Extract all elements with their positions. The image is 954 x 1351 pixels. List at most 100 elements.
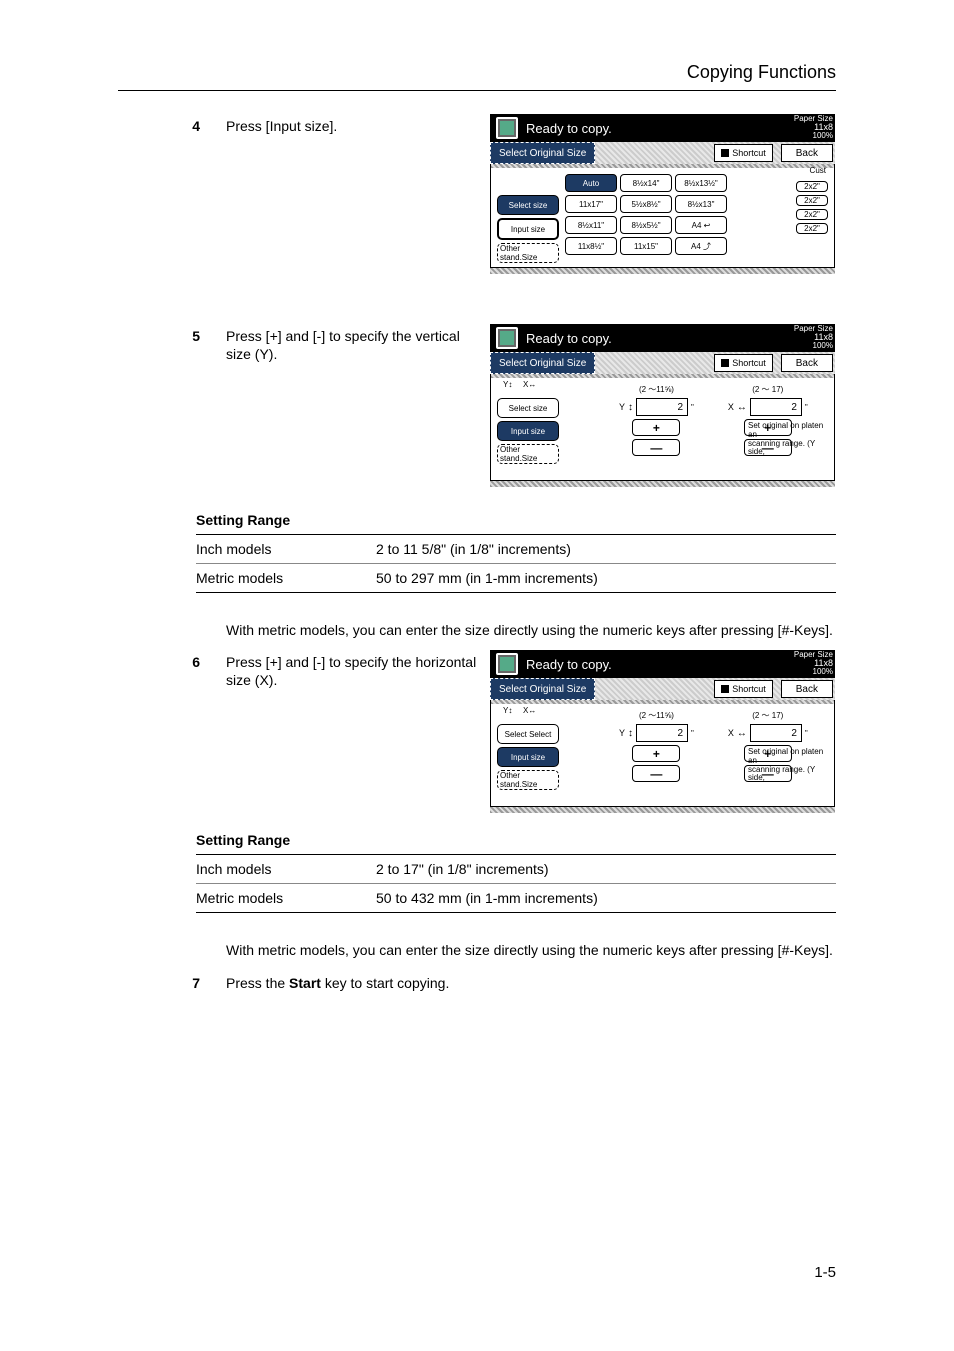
size-auto[interactable]: Auto bbox=[565, 174, 617, 192]
page-header-title: Copying Functions bbox=[687, 62, 836, 83]
orientation-icon: ↩ bbox=[704, 221, 711, 230]
table-cell: Metric models bbox=[196, 890, 376, 906]
x-axis-label: X bbox=[728, 728, 734, 738]
x-value-field[interactable]: 2 bbox=[750, 724, 802, 742]
screen-size-grid: Ready to copy. Paper Size 11x8 100% Sele… bbox=[490, 114, 835, 274]
paper-size-block: Paper Size 11x8 100% bbox=[794, 115, 833, 140]
size-cell[interactable]: A4 ↩ bbox=[675, 216, 727, 234]
orientation-icon: ⤴ bbox=[703, 241, 711, 252]
table-title: Setting Range bbox=[196, 832, 836, 848]
y-range-label: (2 ～11⅝) bbox=[639, 710, 674, 721]
tab-select-size[interactable]: Select size bbox=[497, 195, 559, 215]
tab-other-size[interactable]: Other stand.Size bbox=[497, 444, 559, 464]
subtitle-label: Select Original Size bbox=[490, 678, 595, 700]
step-6-text: Press [+] and [-] to specify the horizon… bbox=[226, 654, 486, 689]
minus-button[interactable]: — bbox=[632, 765, 680, 782]
subtitle-label: Select Original Size bbox=[490, 352, 595, 374]
arrow-icon bbox=[721, 359, 729, 367]
subtitle-label: Select Original Size bbox=[490, 142, 595, 164]
plus-button[interactable]: + bbox=[632, 419, 680, 436]
shortcut-button[interactable]: Shortcut bbox=[714, 144, 773, 162]
screen-input-y: Ready to copy. Paper Size 11x8 100% Sele… bbox=[490, 324, 835, 487]
unit-label: " bbox=[805, 729, 808, 738]
size-cell[interactable]: 11x17" bbox=[565, 195, 617, 213]
document-icon bbox=[496, 653, 518, 675]
vertical-arrow-icon: ↕ bbox=[628, 402, 633, 413]
metric-note: With metric models, you can enter the si… bbox=[226, 942, 836, 958]
table-title: Setting Range bbox=[196, 512, 836, 528]
shortcut-button[interactable]: Shortcut bbox=[714, 354, 773, 372]
screen-header: Ready to copy. Paper Size 11x8 100% bbox=[490, 650, 835, 678]
back-button[interactable]: Back bbox=[781, 354, 833, 372]
ready-label: Ready to copy. bbox=[526, 331, 612, 346]
table-cell: Inch models bbox=[196, 861, 376, 877]
tab-input-size[interactable]: Input size bbox=[497, 747, 559, 767]
minus-button[interactable]: — bbox=[632, 439, 680, 456]
screen-subbar: Select Original Size Shortcut Back bbox=[490, 678, 835, 700]
step-7-text: Press the Start key to start copying. bbox=[226, 975, 726, 993]
document-icon bbox=[496, 117, 518, 139]
size-cell[interactable]: 8½x14" bbox=[620, 174, 672, 192]
tab-input-size[interactable]: Input size bbox=[497, 218, 559, 240]
table-cell: 2 to 11 5/8" (in 1/8" increments) bbox=[376, 541, 571, 557]
size-cell[interactable]: 11x8½" bbox=[565, 237, 617, 255]
size-cell[interactable]: A4 ⤴ bbox=[675, 237, 727, 255]
y-axis-label: Y bbox=[619, 728, 625, 738]
table-cell: 2 to 17" (in 1/8" increments) bbox=[376, 861, 549, 877]
platen-diagram: Y↕X↔ bbox=[503, 380, 547, 420]
page-number: 1-5 bbox=[814, 1264, 836, 1281]
platen-diagram: Y↕X↔ bbox=[503, 706, 547, 746]
table-cell: 50 to 297 mm (in 1-mm increments) bbox=[376, 570, 598, 586]
back-button[interactable]: Back bbox=[781, 680, 833, 698]
tab-other-size[interactable]: Other stand.Size bbox=[497, 243, 559, 263]
setting-range-table-x: Setting Range Inch models2 to 17" (in 1/… bbox=[196, 832, 836, 913]
x-value-field[interactable]: 2 bbox=[750, 398, 802, 416]
paper-size-block: Paper Size 11x8 100% bbox=[794, 651, 833, 676]
step-5-text: Press [+] and [-] to specify the vertica… bbox=[226, 328, 481, 363]
custom-size-button[interactable]: 2x2" bbox=[796, 209, 828, 220]
y-value-field[interactable]: 2 bbox=[636, 398, 688, 416]
vertical-arrow-icon: ↕ bbox=[628, 728, 633, 739]
table-cell: 50 to 432 mm (in 1-mm increments) bbox=[376, 890, 598, 906]
step-7-number: 7 bbox=[186, 975, 200, 991]
screen-input-x: Ready to copy. Paper Size 11x8 100% Sele… bbox=[490, 650, 835, 813]
back-button[interactable]: Back bbox=[781, 144, 833, 162]
horizontal-arrow-icon: ↔ bbox=[737, 728, 747, 739]
screen-header: Ready to copy. Paper Size 11x8 100% bbox=[490, 114, 835, 142]
paper-size-block: Paper Size 11x8 100% bbox=[794, 325, 833, 350]
size-grid: Auto 8½x14" 8½x13½" 11x17" 5½x8½" 8½x13"… bbox=[565, 174, 782, 263]
custom-size-button[interactable]: 2x2" bbox=[796, 195, 828, 206]
y-value-field[interactable]: 2 bbox=[636, 724, 688, 742]
custom-size-button[interactable]: 2x2" bbox=[796, 181, 828, 192]
size-cell[interactable]: 8½x13½" bbox=[675, 174, 727, 192]
y-axis-label: Y bbox=[619, 402, 625, 412]
screen-subbar: Select Original Size Shortcut Back bbox=[490, 142, 835, 164]
arrow-icon bbox=[721, 685, 729, 693]
x-range-label: (2 ～ 17) bbox=[752, 384, 783, 395]
document-icon bbox=[496, 327, 518, 349]
plus-button[interactable]: + bbox=[632, 745, 680, 762]
size-cell[interactable]: 8½x13" bbox=[675, 195, 727, 213]
y-range-label: (2 ～11⅝) bbox=[639, 384, 674, 395]
ready-label: Ready to copy. bbox=[526, 657, 612, 672]
tab-input-size[interactable]: Input size bbox=[497, 421, 559, 441]
size-cell[interactable]: 5½x8½" bbox=[620, 195, 672, 213]
unit-label: " bbox=[691, 403, 694, 412]
tab-other-size[interactable]: Other stand.Size bbox=[497, 770, 559, 790]
size-cell[interactable]: 8½x5½" bbox=[620, 216, 672, 234]
custom-size-button[interactable]: 2x2" bbox=[796, 223, 828, 234]
x-range-label: (2 ～ 17) bbox=[752, 710, 783, 721]
step-4-text: Press [Input size]. bbox=[226, 118, 476, 136]
step-6-number: 6 bbox=[186, 654, 200, 670]
instruction-note: Set original on platen an scanning range… bbox=[748, 748, 830, 783]
setting-range-table-y: Setting Range Inch models2 to 11 5/8" (i… bbox=[196, 512, 836, 593]
unit-label: " bbox=[805, 403, 808, 412]
y-value-column: (2 ～11⅝) Y ↕ 2 " + — bbox=[619, 710, 694, 790]
size-cell[interactable]: 11x15" bbox=[620, 237, 672, 255]
size-cell[interactable]: 8½x11" bbox=[565, 216, 617, 234]
screen-subbar: Select Original Size Shortcut Back bbox=[490, 352, 835, 374]
horizontal-arrow-icon: ↔ bbox=[737, 402, 747, 413]
shortcut-button[interactable]: Shortcut bbox=[714, 680, 773, 698]
unit-label: " bbox=[691, 729, 694, 738]
header-rule bbox=[118, 90, 836, 91]
